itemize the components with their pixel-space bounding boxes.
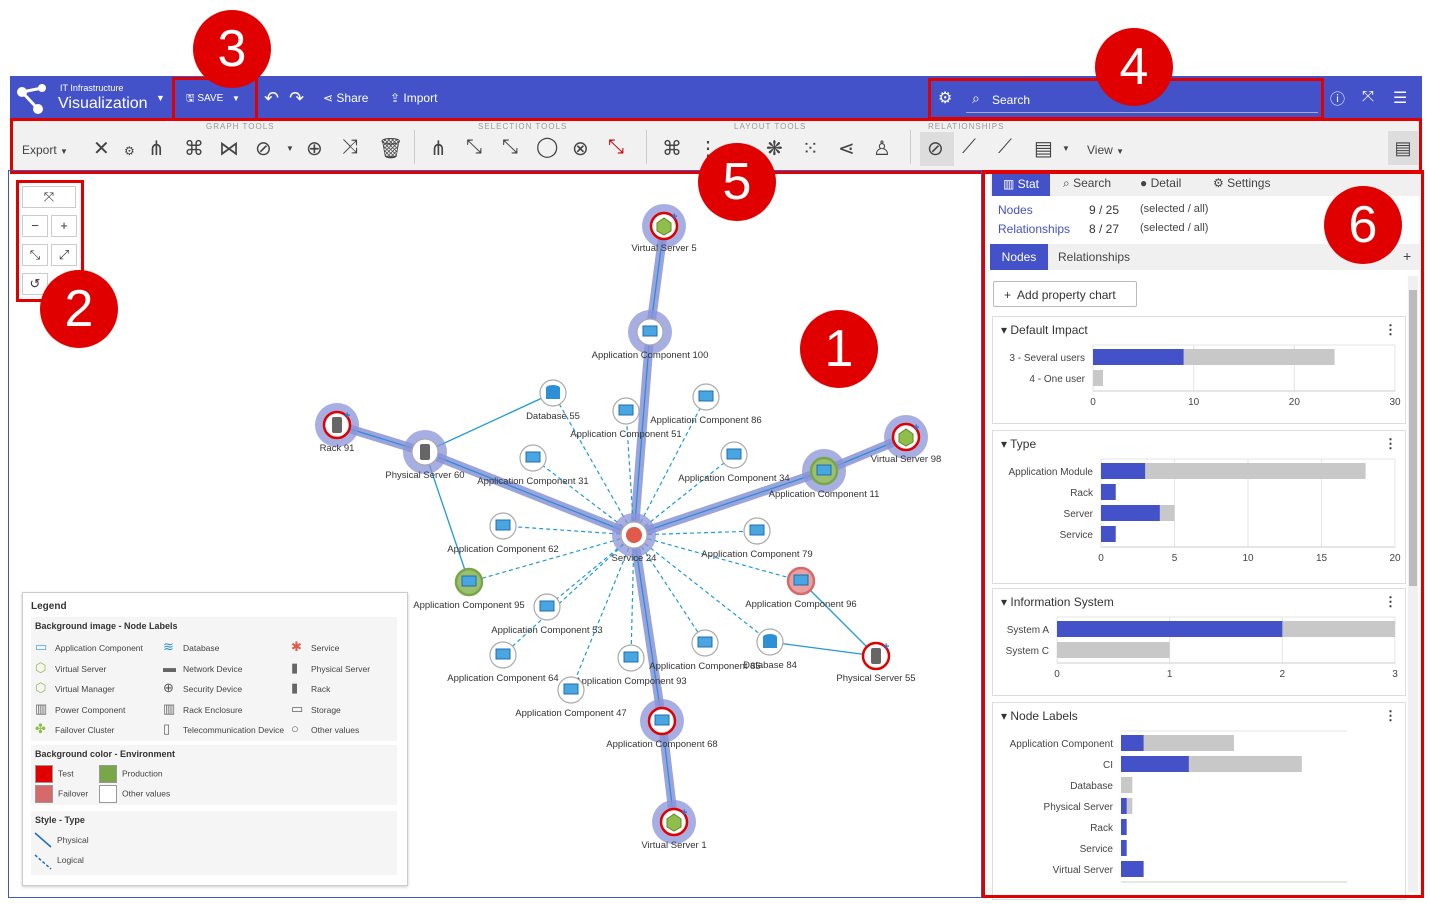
- annotation-badge-1: 1: [800, 310, 878, 388]
- import-label: Import: [403, 91, 438, 105]
- share-button[interactable]: ⋖ Share: [323, 91, 368, 105]
- annotation-badge-2: 2: [40, 270, 118, 348]
- annotation-badge-6: 6: [1324, 186, 1402, 264]
- annotation-badge-4: 4: [1095, 28, 1173, 106]
- hamburger-menu-icon[interactable]: ☰: [1393, 88, 1407, 108]
- share-icon: ⋖: [323, 91, 334, 105]
- canvas-border: [8, 170, 982, 898]
- import-icon: ⇪: [390, 91, 401, 105]
- share-label: Share: [336, 91, 369, 105]
- app-logo-icon[interactable]: [14, 82, 50, 116]
- annotation-badge-5: 5: [698, 143, 776, 221]
- app-subtitle: IT Infrastructure: [60, 83, 124, 93]
- app-menu-chevron-icon[interactable]: ▼: [156, 93, 165, 103]
- fullscreen-icon[interactable]: ⤧: [1362, 88, 1374, 105]
- redo-icon[interactable]: ↷: [289, 88, 304, 109]
- annotation-box-6: [982, 170, 1424, 898]
- import-button[interactable]: ⇪ Import: [390, 91, 437, 105]
- app-title[interactable]: Visualization: [58, 95, 148, 113]
- undo-icon[interactable]: ↶: [264, 88, 279, 109]
- annotation-badge-3: 3: [193, 10, 271, 88]
- info-icon[interactable]: ⓘ: [1330, 88, 1345, 109]
